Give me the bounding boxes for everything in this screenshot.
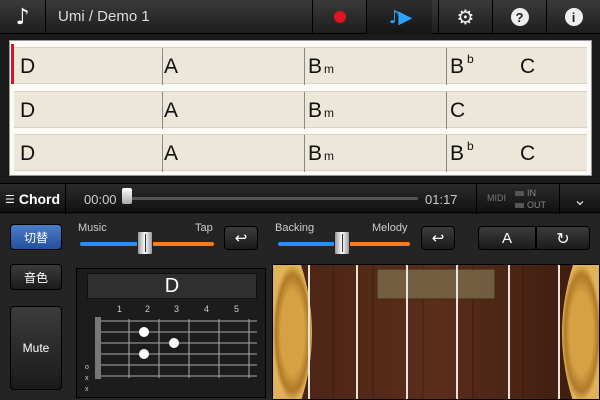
- tone-button[interactable]: 音色: [10, 264, 62, 290]
- menu-icon: ☰: [4, 192, 15, 206]
- chord-cell[interactable]: A: [164, 55, 178, 79]
- tap-level: [152, 242, 214, 246]
- music-tap-fader[interactable]: [137, 231, 153, 255]
- chord-row[interactable]: D A Bm C: [14, 91, 587, 129]
- chord-cell[interactable]: D: [20, 99, 35, 123]
- chord-cell[interactable]: C: [450, 99, 465, 123]
- music-note-icon[interactable]: ♪: [0, 0, 46, 34]
- transport-bar: ☰ Chord 00:00 01:17 MIDI IN OUT ⌄: [0, 183, 600, 214]
- fretboard-diagram: 1 2 3 4 5 o x x: [85, 304, 257, 393]
- finger-dot: [139, 327, 149, 337]
- play-icon: ♪▶: [388, 6, 412, 28]
- help-button[interactable]: ?: [492, 0, 546, 34]
- chevron-down-icon[interactable]: ⌄: [560, 184, 600, 214]
- chord-diagram: D 1 2 3 4 5 o x x: [76, 268, 266, 398]
- fret-number: 3: [174, 304, 179, 314]
- chord-row[interactable]: D A Bm Bb C: [14, 134, 587, 172]
- seek-track[interactable]: [128, 197, 418, 200]
- svg-text:x: x: [85, 375, 89, 382]
- melody-label: Melody: [372, 222, 408, 234]
- finger-dot: [139, 349, 149, 359]
- info-button[interactable]: i: [546, 0, 600, 34]
- backing-melody-fader[interactable]: [334, 231, 350, 255]
- record-icon: [333, 11, 346, 23]
- chord-cell[interactable]: Bm: [308, 55, 334, 79]
- midi-indicator: MIDI IN OUT: [476, 184, 560, 214]
- play-button[interactable]: ♪▶: [366, 0, 432, 34]
- chord-cell[interactable]: D: [20, 55, 35, 79]
- svg-text:x: x: [85, 386, 89, 393]
- chord-cell[interactable]: Bb: [450, 52, 474, 79]
- chord-row[interactable]: D A Bm Bb C: [14, 47, 587, 85]
- music-level: [80, 242, 145, 246]
- midi-in-led: [515, 191, 524, 197]
- chord-sheet[interactable]: D A Bm Bb C D A Bm C D A Bm Bb C: [9, 40, 592, 176]
- tap-label: Tap: [195, 222, 213, 234]
- gear-icon: ⚙: [456, 5, 475, 29]
- chord-cell[interactable]: Bm: [308, 142, 334, 166]
- fret-number: 4: [204, 304, 209, 314]
- settings-button[interactable]: ⚙: [438, 0, 492, 34]
- guitar-view[interactable]: [272, 264, 600, 400]
- chord-cell[interactable]: C: [520, 142, 535, 166]
- song-title[interactable]: Umi / Demo 1: [58, 8, 150, 25]
- top-bar: ♪ Umi / Demo 1 ♪▶ ⚙ ? i: [0, 0, 600, 34]
- backing-label: Backing: [275, 222, 315, 234]
- reset-icon[interactable]: ↻: [536, 226, 590, 250]
- guitar-strings[interactable]: [273, 265, 600, 400]
- chord-cell[interactable]: Bm: [308, 99, 334, 123]
- help-icon: ?: [510, 8, 529, 26]
- switch-button[interactable]: 切替: [10, 224, 62, 250]
- backing-level: [278, 242, 340, 246]
- music-label: Music: [78, 222, 107, 234]
- total-time: 01:17: [425, 192, 458, 207]
- seek-thumb[interactable]: [122, 188, 132, 204]
- midi-out-led: [515, 203, 524, 209]
- mute-button[interactable]: Mute: [10, 306, 62, 390]
- chord-cell[interactable]: D: [20, 142, 35, 166]
- fret-number: 2: [145, 304, 150, 314]
- melody-level: [346, 242, 410, 246]
- chord-cell[interactable]: A: [164, 142, 178, 166]
- control-panel: 切替 音色 Mute Music Tap ↩ Backing Melody ↩ …: [0, 214, 600, 400]
- return-icon[interactable]: ↩: [224, 226, 258, 250]
- info-icon: i: [564, 8, 583, 26]
- chord-cell[interactable]: Bb: [450, 139, 474, 166]
- chord-name: D: [87, 273, 257, 299]
- key-button[interactable]: A: [478, 226, 536, 250]
- finger-dot: [169, 338, 179, 348]
- chord-cell[interactable]: A: [164, 99, 178, 123]
- fret-number: 5: [234, 304, 239, 314]
- svg-text:o: o: [85, 364, 89, 371]
- current-time: 00:00: [84, 192, 117, 207]
- fret-number: 1: [117, 304, 122, 314]
- chord-cell[interactable]: C: [520, 55, 535, 79]
- chord-mode-button[interactable]: ☰ Chord: [0, 184, 66, 214]
- return-icon[interactable]: ↩: [421, 226, 455, 250]
- record-button[interactable]: [312, 0, 366, 34]
